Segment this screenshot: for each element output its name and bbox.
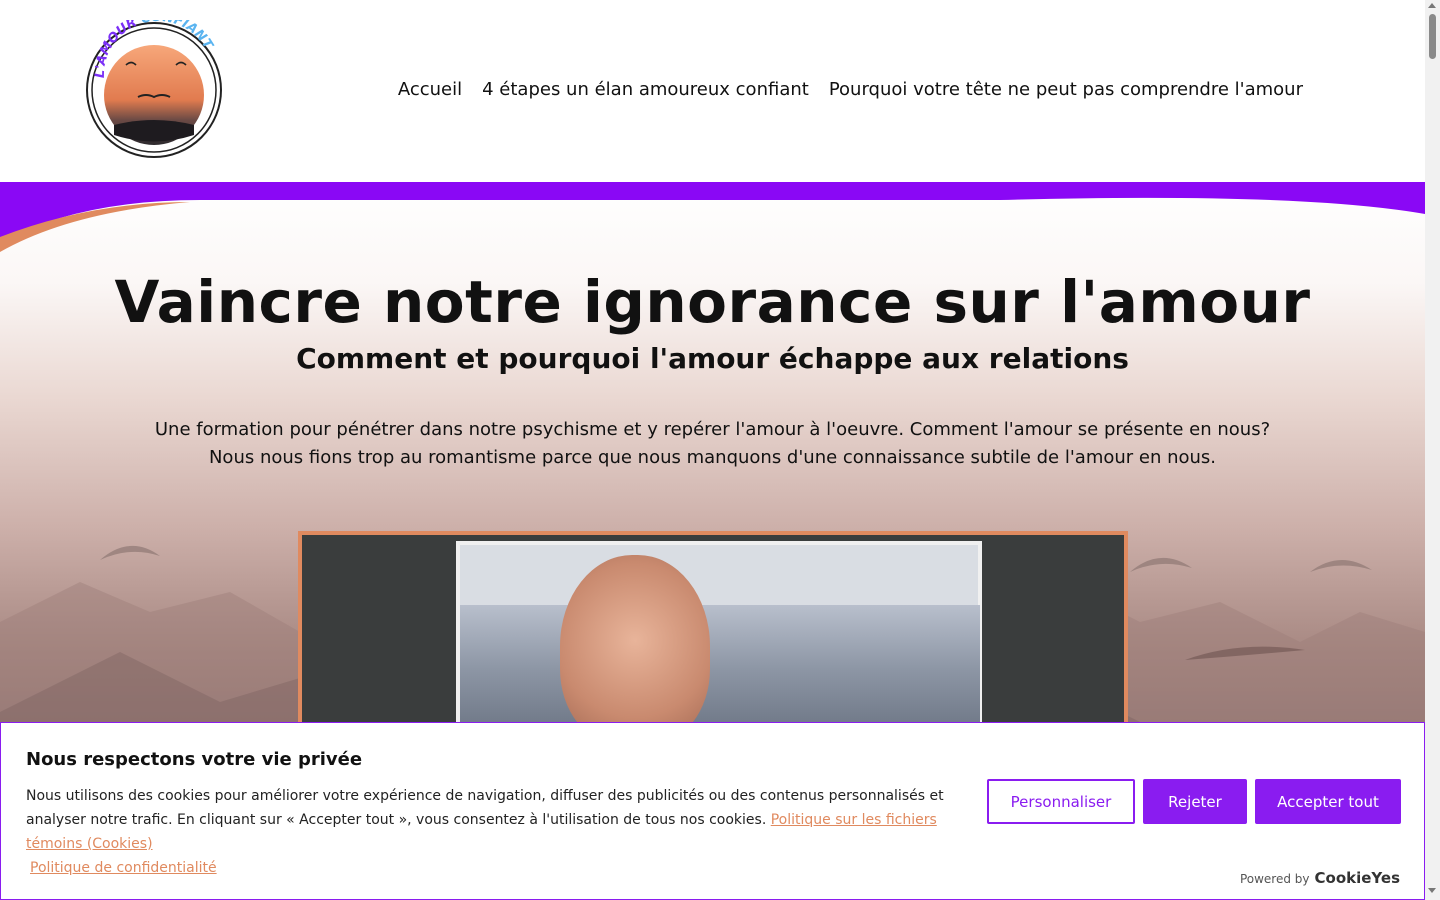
description-line-2: Nous nous fions trop au romantisme parce… (208, 447, 1217, 468)
hero-description: Une formation pour pénétrer dans notre p… (120, 416, 1305, 472)
nav-item-pourquoi[interactable]: Pourquoi votre tête ne peut pas comprend… (829, 79, 1303, 100)
nav-item-accueil[interactable]: Accueil (398, 79, 462, 100)
site-logo[interactable]: L'AMOUR CONFIANT (84, 20, 224, 160)
privacy-policy-link[interactable]: Politique de confidentialité (30, 860, 217, 876)
cookie-title: Nous respectons votre vie privée (26, 749, 363, 770)
customize-button[interactable]: Personnaliser (987, 779, 1135, 824)
photo-backdrop (456, 541, 982, 747)
reject-button[interactable]: Rejeter (1143, 779, 1247, 824)
nav-item-4-etapes[interactable]: 4 étapes un élan amoureux confiant (482, 79, 809, 100)
decorative-wave (0, 182, 1425, 252)
cookie-text: Nous utilisons des cookies pour améliore… (26, 784, 956, 880)
site-header: L'AMOUR CONFIANT Accueil 4 étapes un éla… (0, 0, 1425, 182)
page: L'AMOUR CONFIANT Accueil 4 étapes un éla… (0, 0, 1425, 900)
scroll-down-icon[interactable] (1428, 888, 1436, 893)
page-subtitle: Comment et pourquoi l'amour échappe aux … (296, 342, 1129, 375)
description-line-1: Une formation pour pénétrer dans notre p… (154, 419, 1271, 440)
main-nav: Accueil 4 étapes un élan amoureux confia… (398, 79, 1303, 100)
vertical-scrollbar[interactable] (1425, 0, 1440, 900)
scroll-up-icon[interactable] (1428, 3, 1436, 8)
powered-by-label: Powered by (1239, 872, 1310, 886)
scroll-thumb[interactable] (1429, 14, 1436, 59)
person-portrait (560, 555, 710, 745)
accept-all-button[interactable]: Accepter tout (1255, 779, 1401, 824)
hero-photo[interactable] (298, 531, 1128, 751)
powered-by: Powered by CookieYes (1240, 869, 1400, 887)
cookie-banner: Nous respectons votre vie privée Nous ut… (0, 722, 1425, 900)
page-title: Vaincre notre ignorance sur l'amour (114, 268, 1311, 336)
cookieyes-logo[interactable]: CookieYes (1315, 869, 1401, 887)
